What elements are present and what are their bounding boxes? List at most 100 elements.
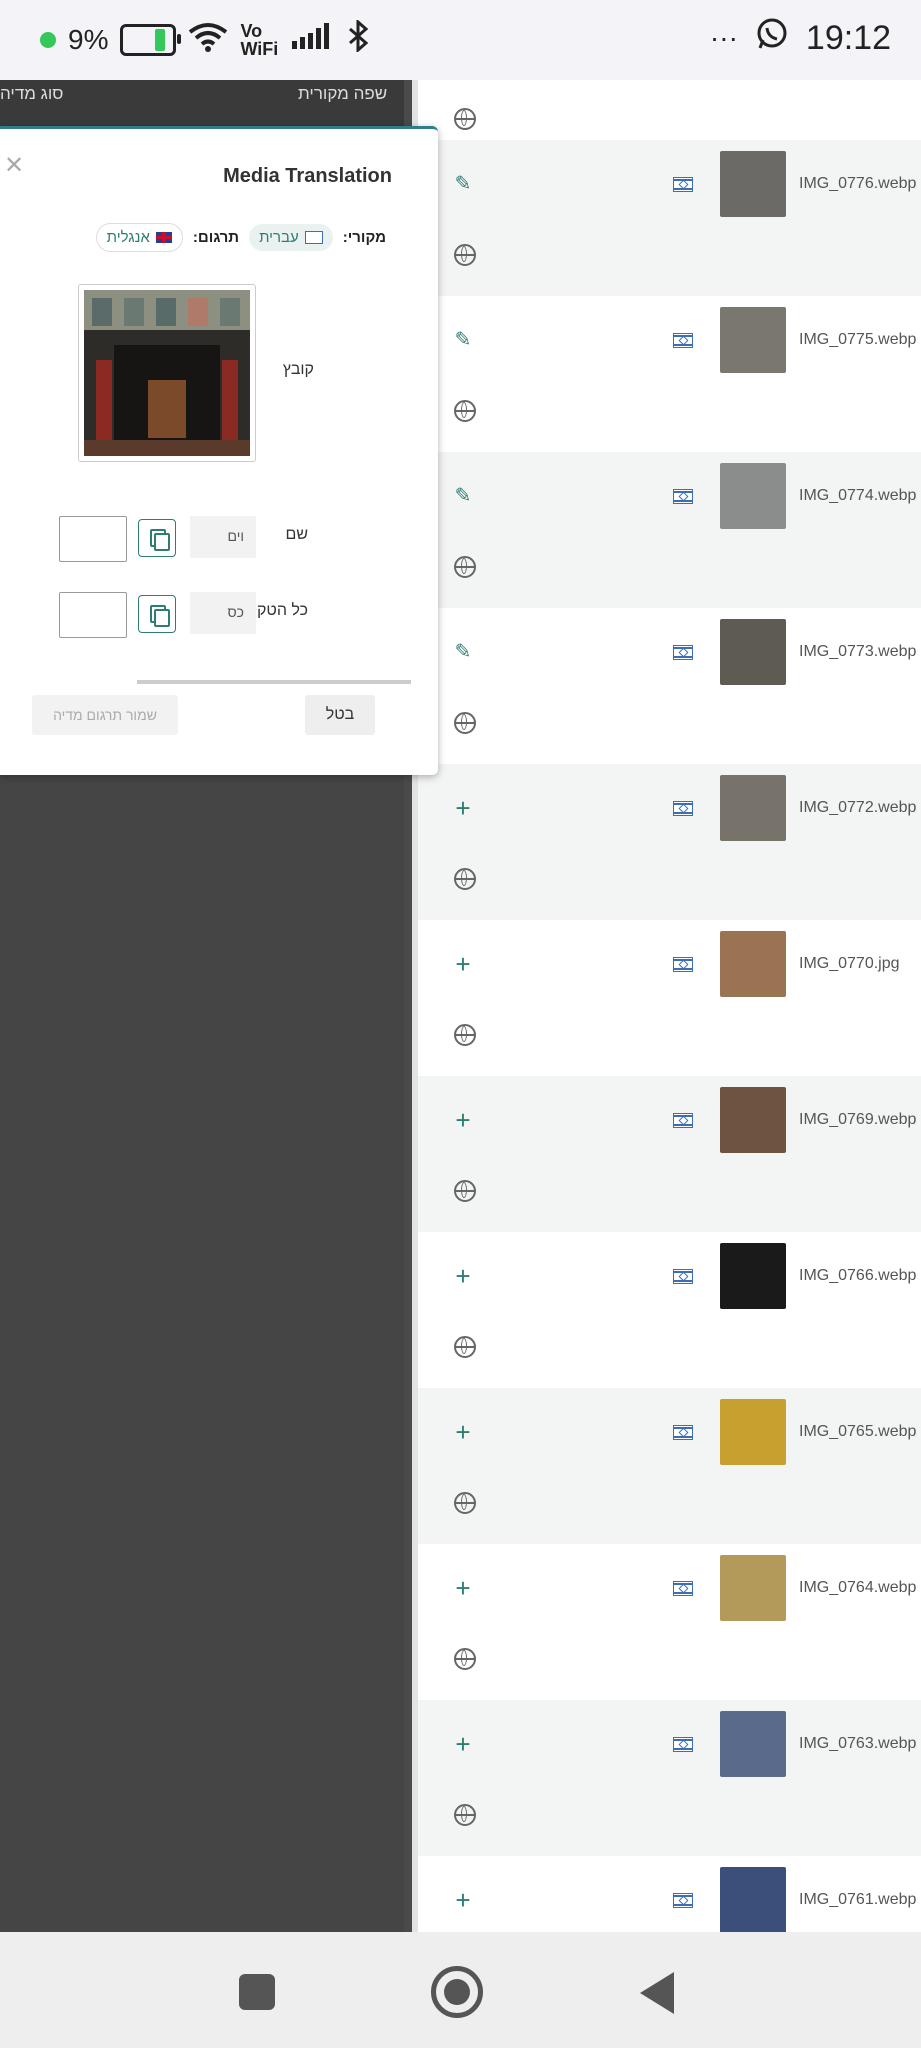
media-thumbnail bbox=[720, 775, 786, 841]
home-icon[interactable] bbox=[431, 1966, 483, 2018]
globe-icon[interactable] bbox=[454, 108, 476, 130]
table-header-dimmed: שפה מקורית סוג מדיה bbox=[0, 80, 404, 132]
copy-name-button[interactable] bbox=[138, 519, 176, 557]
israel-flag-icon bbox=[673, 333, 693, 348]
media-filename: IMG_0763.webp bbox=[799, 1735, 917, 1752]
wifi-icon bbox=[188, 22, 228, 59]
media-thumbnail bbox=[720, 1243, 786, 1309]
add-translation-icon[interactable]: + bbox=[452, 1263, 474, 1289]
field-name-source: וים bbox=[190, 516, 256, 558]
add-translation-icon[interactable]: + bbox=[452, 951, 474, 977]
list-item: IMG_0770.jpg + bbox=[418, 920, 921, 1076]
col-source-lang: שפה מקורית bbox=[298, 84, 388, 103]
add-translation-icon[interactable]: + bbox=[452, 1107, 474, 1133]
media-filename: IMG_0761.webp bbox=[799, 1891, 917, 1908]
add-translation-icon[interactable]: + bbox=[452, 1419, 474, 1445]
field-name-translation-input[interactable] bbox=[59, 516, 127, 562]
add-translation-icon[interactable]: + bbox=[452, 1731, 474, 1757]
edit-translation-icon[interactable]: ✎ bbox=[452, 485, 474, 507]
recent-apps-icon[interactable] bbox=[239, 1974, 275, 2010]
uk-flag-icon bbox=[155, 232, 172, 243]
back-icon[interactable] bbox=[640, 1972, 674, 2014]
israel-flag-icon bbox=[673, 1581, 693, 1596]
add-translation-icon[interactable]: + bbox=[452, 1887, 474, 1913]
media-filename: IMG_0773.webp bbox=[799, 643, 917, 660]
field-fulltext-source: כס bbox=[190, 592, 256, 634]
edit-translation-icon[interactable]: ✎ bbox=[452, 641, 474, 663]
media-filename: IMG_0769.webp bbox=[799, 1111, 917, 1128]
media-filename: IMG_0775.webp bbox=[799, 331, 917, 348]
cancel-button[interactable]: בטל bbox=[305, 695, 375, 735]
globe-icon[interactable] bbox=[454, 1024, 476, 1046]
list-item: IMG_0763.webp + bbox=[418, 1700, 921, 1856]
source-language-pill[interactable]: עברית bbox=[249, 224, 333, 251]
globe-icon[interactable] bbox=[454, 400, 476, 422]
list-item: IMG_0775.webp ✎ bbox=[418, 296, 921, 452]
israel-flag-icon bbox=[673, 1737, 693, 1752]
media-thumbnail bbox=[720, 1087, 786, 1153]
field-name-label: שם bbox=[285, 526, 308, 543]
list-item: IMG_0774.webp ✎ bbox=[418, 452, 921, 608]
israel-flag-icon bbox=[673, 957, 693, 972]
close-icon[interactable]: ✕ bbox=[4, 154, 26, 178]
whatsapp-icon bbox=[756, 18, 788, 58]
list-item: IMG_0773.webp ✎ bbox=[418, 608, 921, 764]
source-language: עברית bbox=[259, 229, 299, 246]
bluetooth-icon bbox=[344, 18, 372, 60]
list-item: IMG_0769.webp + bbox=[418, 1076, 921, 1232]
file-label: קובץ bbox=[282, 361, 314, 378]
file-preview-image bbox=[78, 284, 256, 462]
israel-flag-icon bbox=[673, 645, 693, 660]
add-translation-icon[interactable]: + bbox=[452, 1575, 474, 1601]
israel-flag-icon bbox=[673, 1269, 693, 1284]
add-translation-icon[interactable]: + bbox=[452, 795, 474, 821]
israel-flag-icon bbox=[673, 801, 693, 816]
globe-icon[interactable] bbox=[454, 1648, 476, 1670]
israel-flag-icon bbox=[673, 1893, 693, 1908]
globe-icon[interactable] bbox=[454, 712, 476, 734]
media-filename: IMG_0766.webp bbox=[799, 1267, 917, 1284]
list-item: IMG_0776.webp ✎ bbox=[418, 140, 921, 296]
target-language: אנגלית bbox=[106, 229, 150, 246]
israel-flag-icon bbox=[673, 1113, 693, 1128]
globe-icon[interactable] bbox=[454, 1336, 476, 1358]
israel-flag-icon bbox=[304, 231, 323, 244]
globe-icon[interactable] bbox=[454, 556, 476, 578]
signal-icon bbox=[292, 23, 332, 57]
media-filename: IMG_0764.webp bbox=[799, 1579, 917, 1596]
copy-fulltext-button[interactable] bbox=[138, 595, 176, 633]
globe-icon[interactable] bbox=[454, 1180, 476, 1202]
language-row: מקורי: עברית תרגום: אנגלית bbox=[95, 223, 386, 252]
globe-icon[interactable] bbox=[454, 244, 476, 266]
media-thumbnail bbox=[720, 619, 786, 685]
media-thumbnail bbox=[720, 463, 786, 529]
media-filename: IMG_0770.jpg bbox=[799, 955, 900, 972]
horizontal-scrollbar[interactable] bbox=[137, 680, 411, 684]
target-language-pill[interactable]: אנגלית bbox=[95, 223, 183, 252]
edit-translation-icon[interactable]: ✎ bbox=[452, 173, 474, 195]
status-right: ··· 19:12 bbox=[710, 18, 891, 58]
globe-icon[interactable] bbox=[454, 1492, 476, 1514]
vowifi-label: Vo WiFi bbox=[240, 21, 279, 59]
media-filename: IMG_0774.webp bbox=[799, 487, 917, 504]
list-item: IMG_0761.webp + bbox=[418, 1856, 921, 1932]
globe-icon[interactable] bbox=[454, 1804, 476, 1826]
israel-flag-icon bbox=[673, 489, 693, 504]
media-thumbnail bbox=[720, 1711, 786, 1777]
media-thumbnail bbox=[720, 931, 786, 997]
media-filename: IMG_0776.webp bbox=[799, 175, 917, 192]
list-item: IMG_0772.webp + bbox=[418, 764, 921, 920]
globe-icon[interactable] bbox=[454, 868, 476, 890]
battery-percent: 9% bbox=[68, 24, 109, 55]
list-item: IMG_0764.webp + bbox=[418, 1544, 921, 1700]
media-filename: IMG_0772.webp bbox=[799, 799, 917, 816]
israel-flag-icon bbox=[673, 177, 693, 192]
field-fulltext-translation-input[interactable] bbox=[59, 592, 127, 638]
col-media-type: סוג מדיה bbox=[0, 84, 64, 103]
save-translation-button[interactable]: שמור תרגום מדיה bbox=[32, 695, 178, 735]
status-left: 9% Vo WiFi bbox=[40, 18, 372, 60]
edit-translation-icon[interactable]: ✎ bbox=[452, 329, 474, 351]
media-thumbnail bbox=[720, 1867, 786, 1932]
battery-icon bbox=[120, 24, 182, 56]
more-icon: ··· bbox=[709, 22, 738, 53]
